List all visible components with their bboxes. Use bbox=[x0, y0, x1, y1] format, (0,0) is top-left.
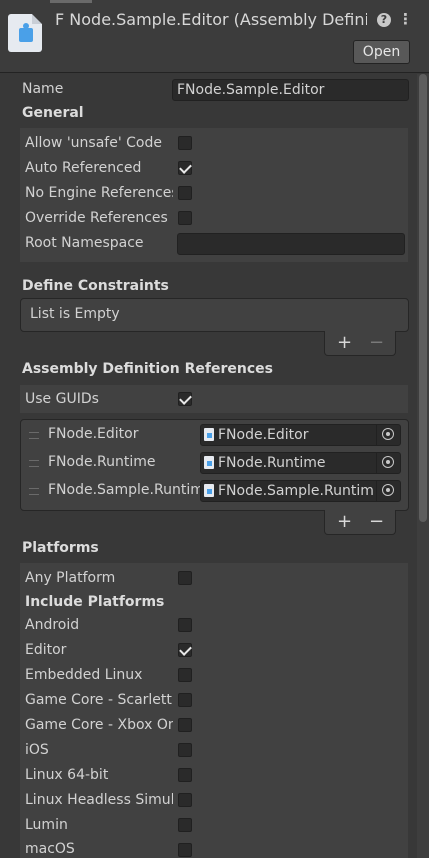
allow-unsafe-label: Allow 'unsafe' Code bbox=[25, 135, 162, 151]
platform-checkbox[interactable] bbox=[178, 818, 192, 832]
use-guids-label: Use GUIDs bbox=[25, 391, 99, 407]
drag-handle-icon[interactable] bbox=[29, 488, 39, 495]
asmdef-file-icon bbox=[204, 484, 214, 497]
platform-checkbox[interactable] bbox=[178, 668, 192, 682]
asmdef-file-icon bbox=[204, 428, 214, 441]
platform-label: Linux Headless Simulation bbox=[25, 792, 173, 808]
help-icon[interactable]: ? bbox=[377, 13, 391, 27]
assembly-refs-list: FNode.Editor FNode.Editor FNode.Runtime … bbox=[20, 419, 409, 511]
define-constraints-heading: Define Constraints bbox=[22, 278, 169, 294]
auto-referenced-label: Auto Referenced bbox=[25, 160, 142, 176]
add-reference-button[interactable]: + bbox=[337, 510, 352, 534]
no-engine-references-label: No Engine References bbox=[25, 185, 173, 201]
tab-indicator bbox=[50, 0, 92, 3]
ref-object-field[interactable]: FNode.Sample.Runtime bbox=[200, 480, 401, 502]
ref-object-value: FNode.Runtime bbox=[218, 455, 326, 471]
name-label: Name bbox=[22, 81, 64, 97]
more-menu-icon[interactable]: ⋮ bbox=[398, 10, 413, 28]
platform-label: macOS bbox=[25, 841, 75, 857]
no-engine-references-checkbox[interactable] bbox=[178, 186, 192, 200]
object-picker-icon[interactable] bbox=[376, 425, 400, 445]
ref-item-label: FNode.Sample.Runtime bbox=[48, 482, 200, 498]
checkmark-icon bbox=[179, 392, 192, 405]
name-input[interactable]: FNode.Sample.Editor bbox=[172, 79, 409, 101]
drag-handle-icon[interactable] bbox=[29, 432, 39, 439]
override-references-checkbox[interactable] bbox=[178, 211, 192, 225]
ref-item-label: FNode.Runtime bbox=[48, 454, 156, 470]
ref-object-value: FNode.Editor bbox=[218, 427, 309, 443]
platform-label: Lumin bbox=[25, 817, 68, 833]
platform-label: Android bbox=[25, 617, 80, 633]
object-picker-icon[interactable] bbox=[376, 453, 400, 473]
platform-checkbox[interactable] bbox=[178, 718, 192, 732]
platform-label: Game Core - Xbox One bbox=[25, 717, 173, 733]
root-namespace-input[interactable] bbox=[177, 233, 405, 255]
platform-checkbox[interactable] bbox=[178, 793, 192, 807]
define-constraints-footer: + − bbox=[324, 331, 396, 356]
checkmark-icon bbox=[179, 643, 192, 656]
object-picker-icon[interactable] bbox=[376, 481, 400, 501]
root-namespace-label: Root Namespace bbox=[25, 235, 144, 251]
platforms-heading: Platforms bbox=[22, 540, 99, 556]
platform-checkbox[interactable] bbox=[178, 743, 192, 757]
any-platform-checkbox[interactable] bbox=[178, 571, 192, 585]
open-button[interactable]: Open bbox=[353, 40, 410, 64]
include-platforms-heading: Include Platforms bbox=[25, 594, 165, 610]
ref-object-field[interactable]: FNode.Runtime bbox=[200, 452, 401, 474]
platform-checkbox[interactable] bbox=[178, 693, 192, 707]
define-constraints-list: List is Empty bbox=[20, 298, 409, 332]
allow-unsafe-checkbox[interactable] bbox=[178, 136, 192, 150]
remove-constraint-button[interactable]: − bbox=[369, 331, 384, 355]
list-empty-label: List is Empty bbox=[30, 306, 120, 322]
remove-reference-button[interactable]: − bbox=[369, 510, 384, 534]
inspector-header: F Node.Sample.Editor (Assembly Definit ?… bbox=[0, 0, 429, 73]
use-guids-checkbox[interactable] bbox=[178, 392, 192, 406]
any-platform-label: Any Platform bbox=[25, 570, 116, 586]
platform-label: Embedded Linux bbox=[25, 667, 143, 683]
platform-checkbox[interactable] bbox=[178, 618, 192, 632]
ref-object-field[interactable]: FNode.Editor bbox=[200, 424, 401, 446]
platform-checkbox[interactable] bbox=[178, 843, 192, 857]
ref-object-value: FNode.Sample.Runtime bbox=[218, 483, 374, 499]
platform-label: Game Core - Scarlett bbox=[25, 692, 172, 708]
asset-title: F Node.Sample.Editor (Assembly Definit bbox=[55, 10, 367, 29]
platform-checkbox[interactable] bbox=[178, 643, 192, 657]
platform-checkbox[interactable] bbox=[178, 768, 192, 782]
asmdef-file-icon bbox=[204, 456, 214, 469]
ref-item-label: FNode.Editor bbox=[48, 426, 139, 442]
platform-label: Linux 64-bit bbox=[25, 767, 109, 783]
auto-referenced-checkbox[interactable] bbox=[178, 161, 192, 175]
vertical-scrollbar[interactable] bbox=[417, 74, 429, 858]
assembly-refs-footer: + − bbox=[324, 510, 396, 535]
assembly-refs-heading: Assembly Definition References bbox=[22, 361, 273, 377]
drag-handle-icon[interactable] bbox=[29, 460, 39, 467]
platform-label: Editor bbox=[25, 642, 67, 658]
add-constraint-button[interactable]: + bbox=[337, 331, 352, 355]
platform-label: iOS bbox=[25, 742, 49, 758]
general-heading: General bbox=[22, 105, 84, 121]
override-references-label: Override References bbox=[25, 210, 168, 226]
scrollbar-thumb[interactable] bbox=[419, 74, 427, 522]
checkmark-icon bbox=[179, 161, 192, 174]
assembly-definition-icon bbox=[8, 14, 42, 52]
